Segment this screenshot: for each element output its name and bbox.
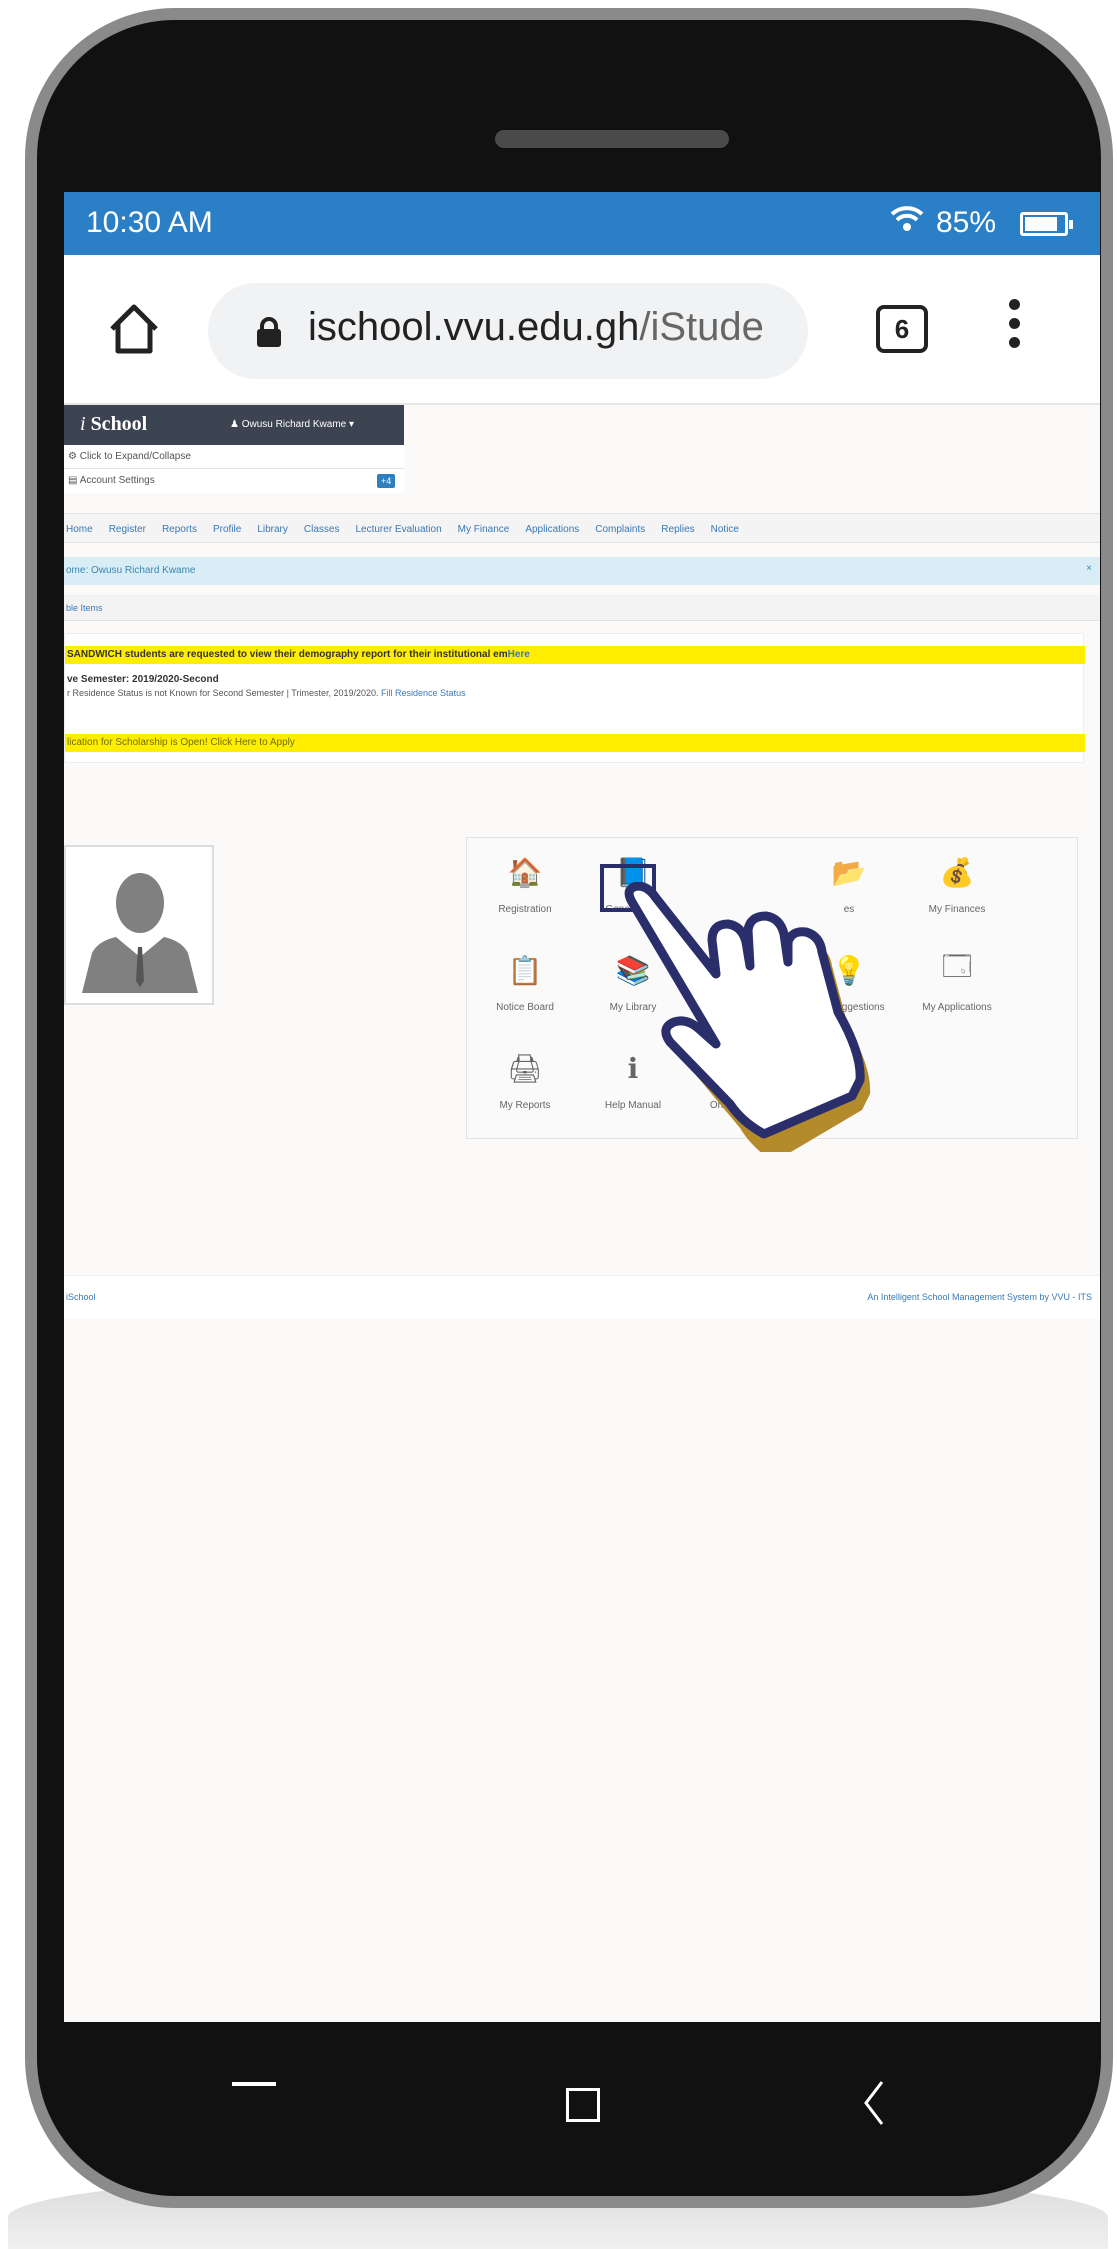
announcement-text: SANDWICH students are requested to view …: [67, 649, 508, 660]
scholarship-link[interactable]: lication for Scholarship is Open! Click …: [65, 734, 1085, 752]
nav-item-complaints[interactable]: Complaints: [595, 524, 645, 535]
wifi-icon: [890, 204, 924, 242]
residence-status: r Residence Status is not Known for Seco…: [67, 688, 466, 698]
back-icon[interactable]: [862, 2080, 886, 2131]
fill-residence-status-link[interactable]: Fill Residence Status: [381, 688, 466, 698]
account-badge: +4: [377, 474, 396, 488]
nav-item-home[interactable]: Home: [66, 524, 93, 535]
phone-mockup: 10:30 AM 85% ischool.vvu.edu.gh/iStude 6: [0, 0, 1117, 2249]
residence-text: r Residence Status is not Known for Seco…: [67, 688, 379, 698]
battery-percent: 85%: [936, 206, 997, 239]
account-settings-label: Account Settings: [79, 475, 155, 486]
web-page: i School ♟ Owusu Richard Kwame ▾ ⚙ Click…: [64, 405, 1100, 2022]
browser-toolbar: ischool.vvu.edu.gh/iStude 6: [64, 255, 1100, 405]
nav-item-lecturer-evaluation[interactable]: Lecturer Evaluation: [355, 524, 441, 535]
lock-icon: [256, 317, 282, 347]
notice-board-icon: 📋: [507, 954, 543, 986]
ischool-brand-bar: i School ♟ Owusu Richard Kwame ▾: [64, 405, 404, 445]
close-icon[interactable]: ×: [1086, 563, 1092, 574]
welcome-prefix: ome:: [66, 565, 89, 576]
avatar: [64, 845, 214, 1005]
footer-brand: iSchool: [66, 1292, 96, 1302]
printer-icon: 🖨: [507, 1052, 543, 1084]
url-text: ischool.vvu.edu.gh/iStude: [308, 305, 764, 350]
nav-item-notice[interactable]: Notice: [711, 524, 739, 535]
coins-icon: 💰: [939, 856, 975, 888]
active-semester: ve Semester: 2019/2020-Second: [67, 674, 219, 685]
welcome-bar: ome: Owusu Richard Kwame ×: [64, 557, 1100, 585]
nav-item-reports[interactable]: Reports: [162, 524, 197, 535]
registration-icon: 🏠: [507, 856, 543, 888]
account-settings-link[interactable]: ▤ Account Settings +4: [64, 469, 404, 493]
url-host: ischool.vvu.edu.gh: [308, 305, 640, 349]
tile-registration[interactable]: 🏠 Registration: [471, 838, 579, 938]
footer-credit: An Intelligent School Management System …: [867, 1292, 1092, 1302]
nav-item-replies[interactable]: Replies: [661, 524, 694, 535]
recent-apps-icon[interactable]: [232, 2082, 276, 2086]
tile-notice-board[interactable]: 📋 Notice Board: [471, 936, 579, 1036]
demography-here-link[interactable]: Here: [508, 649, 530, 660]
tab-switcher-button[interactable]: 6: [876, 305, 928, 353]
url-path: /iStude: [639, 305, 764, 349]
user-menu[interactable]: ♟ Owusu Richard Kwame ▾: [230, 419, 354, 430]
status-bar: 10:30 AM 85%: [64, 192, 1100, 255]
nav-item-library[interactable]: Library: [257, 524, 288, 535]
battery-icon: [1020, 212, 1073, 236]
welcome-name: Owusu Richard Kwame: [91, 565, 196, 576]
user-silhouette-icon: [82, 873, 198, 993]
nav-item-classes[interactable]: Classes: [304, 524, 340, 535]
main-nav: Home Register Reports Profile Library Classes…: [64, 513, 1100, 543]
expand-collapse-label: Click to Expand/Collapse: [79, 451, 191, 462]
pointing-hand-icon: [624, 881, 924, 1162]
home-icon[interactable]: [104, 299, 164, 359]
nav-item-my-finance[interactable]: My Finance: [458, 524, 510, 535]
expand-collapse-toggle[interactable]: ⚙ Click to Expand/Collapse: [64, 445, 404, 469]
address-bar[interactable]: ischool.vvu.edu.gh/iStude: [208, 283, 808, 379]
home-square-icon[interactable]: [566, 2088, 600, 2122]
tile-label: Registration: [498, 904, 552, 915]
speaker-grille: [495, 130, 729, 148]
status-time: 10:30 AM: [86, 206, 213, 239]
tile-my-reports[interactable]: 🖨 My Reports: [471, 1034, 579, 1134]
kebab-menu-icon[interactable]: [1004, 299, 1024, 359]
nav-item-register[interactable]: Register: [109, 524, 146, 535]
page-footer: iSchool An Intelligent School Management…: [64, 1275, 1100, 1319]
phone-screen: 10:30 AM 85% ischool.vvu.edu.gh/iStude 6: [64, 192, 1100, 2022]
tile-label: Notice Board: [496, 1002, 554, 1013]
demography-announcement: SANDWICH students are requested to view …: [65, 646, 1085, 664]
android-nav-bar: [64, 2022, 1100, 2172]
window-icon: 🗔: [941, 951, 973, 982]
tile-label: My Reports: [499, 1100, 551, 1111]
ischool-logo: i School: [80, 413, 148, 435]
available-items-header: ble Items: [64, 595, 1100, 621]
user-name: Owusu Richard Kwame: [241, 419, 347, 430]
nav-item-profile[interactable]: Profile: [213, 524, 241, 535]
notice-panel: SANDWICH students are requested to view …: [64, 633, 1085, 763]
battery-level-fill: [1025, 217, 1058, 231]
nav-item-applications[interactable]: Applications: [525, 524, 579, 535]
